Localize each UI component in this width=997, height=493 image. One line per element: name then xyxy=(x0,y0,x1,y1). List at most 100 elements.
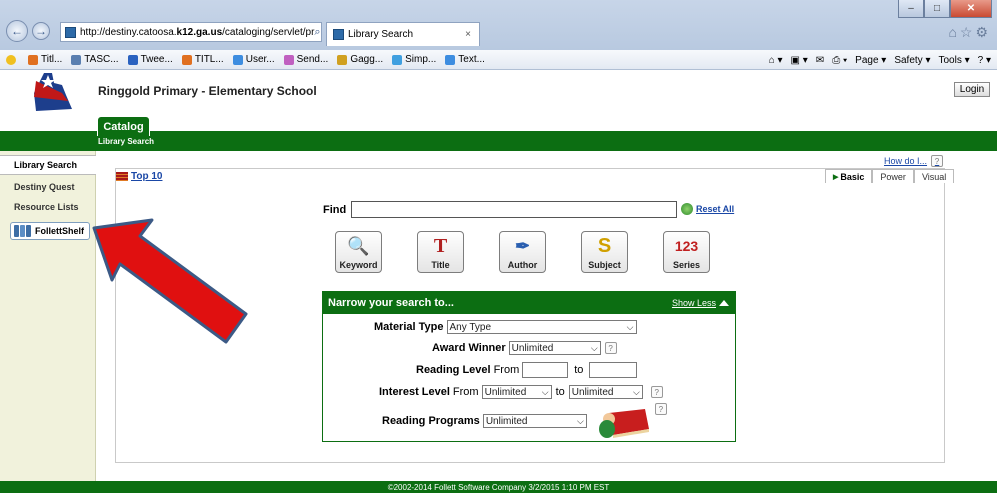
favorites-star-icon[interactable] xyxy=(6,54,19,65)
tab-visual[interactable]: Visual xyxy=(913,169,955,183)
subject-s-icon: S xyxy=(597,234,612,257)
reading-programs-book-icon xyxy=(598,409,649,438)
interest-level-label: Interest Level xyxy=(379,386,450,398)
print-icon[interactable]: ⎙ ▾ xyxy=(832,55,847,66)
login-button[interactable]: Login xyxy=(954,82,990,97)
top10-link[interactable]: Top 10 xyxy=(116,171,162,182)
search-mode-tabs: Basic Power Visual xyxy=(825,169,955,183)
sub-nav-label: Library Search xyxy=(98,137,155,146)
back-button[interactable]: ← xyxy=(6,20,28,42)
award-help-icon[interactable]: ? xyxy=(604,342,617,354)
series-search-button[interactable]: 123 Series xyxy=(663,231,710,273)
follettshelf-button[interactable]: FollettShelf xyxy=(10,222,90,240)
material-type-select[interactable]: Any Type xyxy=(446,320,637,334)
narrow-title: Narrow your search to... xyxy=(328,297,454,309)
programs-help-icon[interactable]: ? xyxy=(654,403,667,415)
browser-home-star-gear-icons[interactable]: ⌂☆⚙ xyxy=(948,24,991,41)
books-icon xyxy=(14,225,32,237)
minimize-button[interactable]: – xyxy=(898,0,924,18)
favorite-item[interactable]: Titl... xyxy=(28,54,62,65)
award-winner-select[interactable]: Unlimited xyxy=(508,341,601,355)
url-prefix: http://destiny.catoosa. xyxy=(80,26,177,38)
tools-menu[interactable]: Tools ▾ xyxy=(938,55,969,66)
reading-level-to-input[interactable] xyxy=(589,362,638,378)
find-label: Find xyxy=(323,204,347,216)
help-icon[interactable]: ? ▾ xyxy=(978,55,991,66)
magnifier-icon: 🔍 xyxy=(347,235,370,256)
tab-catalog[interactable]: Catalog xyxy=(97,116,150,136)
safety-menu[interactable]: Safety ▾ xyxy=(894,55,930,66)
narrow-header: Narrow your search to... Show Less xyxy=(323,292,735,314)
reading-programs-row: Reading Programs Unlimited ? xyxy=(382,403,667,439)
tab-favicon-icon xyxy=(333,29,344,40)
subject-search-button[interactable]: S Subject xyxy=(581,231,628,273)
reading-programs-select[interactable]: Unlimited xyxy=(482,414,587,428)
top10-icon xyxy=(116,172,128,181)
browser-titlebar: – □ ✕ ← → http://destiny.catoosa. k12.ga.… xyxy=(0,0,997,50)
forward-button[interactable]: → xyxy=(32,22,50,40)
reading-from-label: From xyxy=(493,364,520,376)
sidebar: Library Search Destiny Quest Resource Li… xyxy=(0,151,96,481)
show-less-link[interactable]: Show Less xyxy=(672,298,729,308)
sidebar-item-library-search[interactable]: Library Search xyxy=(0,155,96,175)
interest-from-label: From xyxy=(452,386,479,398)
interest-help-icon[interactable]: ? xyxy=(650,386,663,398)
pen-icon: ✒ xyxy=(514,235,531,256)
home-icon[interactable]: ⌂ ▾ xyxy=(769,55,783,66)
reset-icon xyxy=(681,203,693,215)
keyword-search-button[interactable]: 🔍 Keyword xyxy=(335,231,382,273)
reading-level-label: Reading Level xyxy=(416,364,491,376)
series-123-icon: 123 xyxy=(674,238,699,254)
browser-tab-library-search[interactable]: Library Search × xyxy=(326,22,480,46)
interest-level-row: Interest Level From Unlimited to Unlimit… xyxy=(379,385,663,399)
interest-from-select[interactable]: Unlimited xyxy=(481,385,552,399)
award-winner-row: Award Winner Unlimited ? xyxy=(432,341,617,355)
page-menu[interactable]: Page ▾ xyxy=(855,55,886,66)
maximize-button[interactable]: □ xyxy=(924,0,950,18)
sidebar-item-resource-lists[interactable]: Resource Lists xyxy=(0,197,96,217)
close-window-button[interactable]: ✕ xyxy=(950,0,992,18)
author-search-button[interactable]: ✒ Author xyxy=(499,231,546,273)
favorite-item[interactable]: TASC... xyxy=(71,54,119,65)
page-footer: ©2002-2014 Follett Software Company 3/2/… xyxy=(0,481,997,493)
favorite-item[interactable]: Gagg... xyxy=(337,54,383,65)
reading-to-label: to xyxy=(574,364,584,376)
reset-all-link[interactable]: Reset All xyxy=(681,203,734,215)
forward-arrow-icon: → xyxy=(35,24,47,38)
search-refresh-icon[interactable]: ⌕ ▾ ↻ xyxy=(314,26,321,39)
follettshelf-label: FollettShelf xyxy=(35,226,84,236)
tab-power[interactable]: Power xyxy=(872,169,914,183)
favorite-item[interactable]: User... xyxy=(232,54,275,65)
favorite-item[interactable]: Text... xyxy=(445,54,485,65)
interest-to-label: to xyxy=(555,386,565,398)
favorite-item[interactable]: Twee... xyxy=(127,54,173,65)
mail-icon[interactable]: ✉ xyxy=(816,55,824,66)
tab-basic[interactable]: Basic xyxy=(825,169,873,183)
find-input[interactable] xyxy=(351,201,677,218)
reading-programs-label: Reading Programs xyxy=(382,415,480,427)
reading-level-from-input[interactable] xyxy=(522,362,569,378)
favorite-item[interactable]: TITL... xyxy=(181,54,224,65)
address-bar[interactable]: http://destiny.catoosa. k12.ga.us/catalog… xyxy=(60,22,322,42)
url-domain: k12.ga.us xyxy=(176,26,223,38)
help-question-icon[interactable]: ? xyxy=(931,155,944,167)
how-do-i-link[interactable]: How do I... ? xyxy=(884,155,944,167)
command-bar: ⌂ ▾ ▣ ▾ ✉ ⎙ ▾ Page ▾ Safety ▾ Tools ▾ ? … xyxy=(761,50,991,70)
interest-to-select[interactable]: Unlimited xyxy=(568,385,643,399)
material-type-label: Material Type xyxy=(374,321,444,333)
title-search-button[interactable]: T Title xyxy=(417,231,464,273)
title-book-icon: T xyxy=(433,234,448,257)
back-arrow-icon: ← xyxy=(11,24,23,38)
feeds-icon[interactable]: ▣ ▾ xyxy=(791,55,808,66)
window-controls: – □ ✕ xyxy=(898,0,992,18)
close-tab-icon[interactable]: × xyxy=(465,29,471,40)
sidebar-item-destiny-quest[interactable]: Destiny Quest xyxy=(0,177,96,197)
favorite-item[interactable]: Simp... xyxy=(392,54,436,65)
material-type-row: Material Type Any Type xyxy=(374,320,637,334)
georgia-state-logo xyxy=(34,73,72,111)
url-suffix: /cataloging/servlet/pr xyxy=(222,26,315,38)
tab-title: Library Search xyxy=(348,29,414,40)
reading-level-row: Reading Level From to xyxy=(416,362,638,378)
favorite-item[interactable]: Send... xyxy=(283,54,328,65)
site-favicon-icon xyxy=(65,26,76,38)
